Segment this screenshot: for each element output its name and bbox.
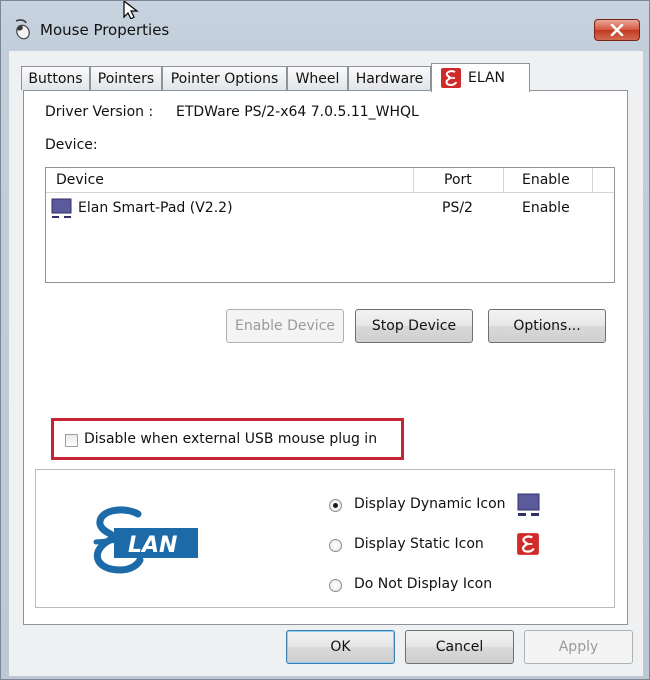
tab-label: Pointer Options [170,70,279,87]
mouse-properties-window: Mouse Properties Buttons Pointers Pointe… [0,0,650,680]
enable-device-button[interactable]: Enable Device [226,309,344,343]
do-not-display-icon-label[interactable]: Do Not Display Icon [354,576,492,592]
dialog-client-area: Buttons Pointers Pointer Options Wheel H… [9,51,643,676]
tab-label: Buttons [28,70,83,87]
display-static-icon-radio[interactable] [329,539,342,552]
device-enable-cell: Enable [522,200,570,216]
device-list-header: Device Port Enable [46,168,614,193]
tab-wheel[interactable]: Wheel [287,66,348,90]
close-icon [610,24,624,36]
tab-label: ELAN [468,70,506,86]
close-button[interactable] [594,19,640,41]
device-name-cell: Elan Smart-Pad (V2.2) [78,200,233,216]
column-header-device[interactable]: Device [46,168,414,192]
icon-display-group: LAN Display Dynamic Icon Display Static … [35,469,615,608]
elan-icon [441,68,461,88]
device-label: Device: [45,137,98,153]
disable-usb-checkbox[interactable] [65,434,78,447]
tab-label: Wheel [295,70,340,87]
do-not-display-icon-radio[interactable] [329,579,342,592]
device-port-cell: PS/2 [442,200,473,216]
tab-label: Hardware [355,70,424,87]
column-header-port[interactable]: Port [414,168,504,192]
cancel-button[interactable]: Cancel [405,630,514,664]
elan-logo: LAN [93,506,198,574]
tab-label: Pointers [97,70,155,87]
tab-pointers[interactable]: Pointers [90,66,162,90]
stop-device-button[interactable]: Stop Device [355,309,473,343]
touchpad-icon [51,198,72,218]
touchpad-icon [517,493,540,516]
ok-button[interactable]: OK [286,630,395,664]
disable-usb-checkbox-label[interactable]: Disable when external USB mouse plug in [84,431,377,447]
mouse-icon [15,19,30,40]
column-header-enable[interactable]: Enable [504,168,593,192]
tab-buttons[interactable]: Buttons [21,66,90,90]
elan-tab-panel: Driver Version : ETDWare PS/2-x64 7.0.5.… [23,90,628,625]
tab-hardware[interactable]: Hardware [348,66,431,90]
driver-version-value: ETDWare PS/2-x64 7.0.5.11_WHQL [176,104,419,120]
window-title: Mouse Properties [40,21,170,39]
device-list[interactable]: Device Port Enable Elan Smart-Pad (V2.2)… [45,167,615,283]
device-row[interactable]: Elan Smart-Pad (V2.2) PS/2 Enable [46,196,614,220]
cursor-arrow-icon [123,1,139,19]
tab-pointer-options[interactable]: Pointer Options [162,66,287,90]
tab-elan[interactable]: ELAN [431,63,530,92]
apply-button[interactable]: Apply [524,630,633,664]
elan-icon [517,533,539,555]
options-button[interactable]: Options... [488,309,606,343]
display-static-icon-label[interactable]: Display Static Icon [354,536,484,552]
elan-logo-text: LAN [128,533,177,558]
driver-version-label: Driver Version : [45,104,154,120]
display-dynamic-icon-label[interactable]: Display Dynamic Icon [354,496,506,512]
display-dynamic-icon-radio[interactable] [329,499,342,512]
title-bar[interactable]: Mouse Properties [1,1,649,51]
